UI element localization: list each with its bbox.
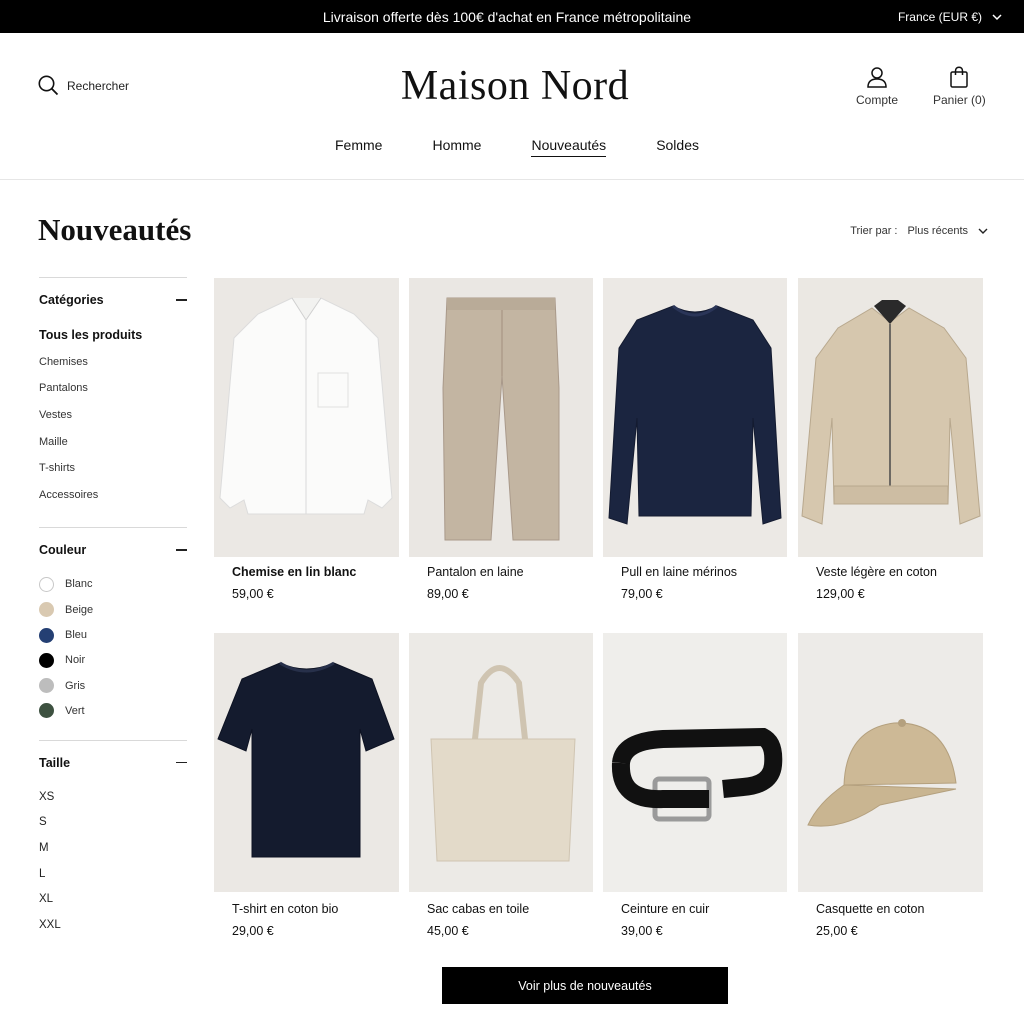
product-price: 129,00 € — [816, 587, 865, 601]
product-image-navy-sweater[interactable] — [603, 278, 787, 557]
product-price: 39,00 € — [621, 924, 663, 938]
product-image-beige-trousers[interactable] — [409, 278, 593, 557]
color-label: Bleu — [65, 629, 88, 642]
product-name[interactable]: Casquette en coton — [816, 902, 924, 916]
user-icon — [867, 67, 887, 88]
product-name[interactable]: Pantalon en laine — [427, 565, 524, 579]
product-image-beige-jacket[interactable] — [798, 278, 983, 557]
shopping-bag-icon — [950, 66, 969, 88]
category-item[interactable]: Pantalons — [39, 375, 187, 402]
filter-categories-title: Catégories — [39, 293, 104, 307]
header-divider — [0, 179, 1024, 180]
product-name[interactable]: Veste légère en coton — [816, 565, 937, 579]
sort-value: Plus récents — [907, 225, 968, 237]
color-option[interactable]: Bleu — [39, 622, 187, 647]
cart-button[interactable]: Panier (0) — [933, 66, 986, 107]
product-price: 89,00 € — [427, 587, 469, 601]
category-item[interactable]: Maille — [39, 429, 187, 456]
filter-categories: Catégories Tous les produits Chemises Pa… — [39, 277, 187, 527]
category-item[interactable]: Tous les produits — [39, 322, 187, 349]
color-label: Noir — [65, 654, 86, 667]
filter-categories-toggle[interactable]: Catégories — [39, 278, 187, 322]
collapse-icon — [176, 299, 187, 301]
category-item[interactable]: Vestes — [39, 402, 187, 429]
size-option[interactable]: S — [39, 810, 187, 836]
announcement-text: Livraison offerte dès 100€ d'achat en Fr… — [322, 9, 692, 25]
cart-label: Panier (0) — [933, 93, 986, 107]
size-option[interactable]: L — [39, 862, 187, 888]
color-swatch — [39, 602, 54, 618]
category-item[interactable]: T-shirts — [39, 455, 187, 482]
color-label: Beige — [65, 603, 94, 616]
product-price: 79,00 € — [621, 587, 663, 601]
account-label: Compte — [856, 93, 899, 107]
nav-item-nouveautes[interactable]: Nouveautés — [531, 137, 607, 157]
category-item[interactable]: Accessoires — [39, 482, 187, 509]
color-swatch — [39, 652, 54, 668]
color-swatch — [39, 703, 54, 719]
color-option[interactable]: Noir — [39, 648, 187, 673]
filter-sidebar: Catégories Tous les produits Chemises Pa… — [39, 277, 187, 939]
load-more-button[interactable]: Voir plus de nouveautés — [442, 967, 728, 1004]
size-option[interactable]: XS — [39, 785, 187, 811]
sort-label: Trier par : — [850, 225, 898, 237]
color-swatch — [39, 576, 54, 592]
product-name[interactable]: Sac cabas en toile — [427, 902, 529, 916]
product-image-canvas-tote[interactable] — [409, 633, 593, 892]
currency-label: France (EUR €) — [897, 10, 982, 24]
category-item[interactable]: Chemises — [39, 349, 187, 376]
size-option[interactable]: XXL — [39, 913, 187, 939]
announcement-bar: Livraison offerte dès 100€ d'achat en Fr… — [0, 0, 1024, 33]
nav-item-femme[interactable]: Femme — [335, 137, 382, 157]
account-button[interactable]: Compte — [856, 66, 898, 107]
product-price: 45,00 € — [427, 924, 469, 938]
filter-sizes: Taille XS S M L XL XXL — [39, 739, 187, 939]
collapse-icon — [176, 761, 187, 764]
product-image-white-shirt[interactable] — [214, 278, 399, 557]
main-nav: Femme Homme Nouveautés Soldes — [0, 137, 1024, 157]
color-label: Blanc — [65, 578, 93, 591]
color-option[interactable]: Vert — [39, 698, 187, 723]
chevron-down-icon — [992, 13, 1002, 20]
chevron-down-icon — [978, 228, 988, 234]
product-image-leather-belt[interactable] — [603, 633, 787, 892]
filter-sizes-title: Taille — [39, 755, 71, 770]
filter-colors: Couleur Blanc Beige Bleu Noir Gris Vert — [39, 526, 187, 740]
color-option[interactable]: Gris — [39, 673, 187, 698]
filter-colors-title: Couleur — [39, 542, 87, 557]
currency-selector[interactable]: France (EUR €) — [898, 10, 1002, 24]
product-price: 25,00 € — [816, 924, 858, 938]
color-label: Vert — [65, 704, 85, 717]
filter-sizes-toggle[interactable]: Taille — [39, 741, 187, 785]
product-image-beige-cap[interactable] — [798, 633, 983, 892]
color-label: Gris — [65, 679, 86, 692]
color-option[interactable]: Blanc — [39, 572, 187, 597]
product-price: 59,00 € — [232, 587, 274, 601]
nav-item-soldes[interactable]: Soldes — [656, 137, 699, 157]
product-price: 29,00 € — [232, 924, 274, 938]
product-image-navy-tshirt[interactable] — [214, 633, 399, 892]
filter-colors-toggle[interactable]: Couleur — [39, 528, 187, 572]
product-name[interactable]: Chemise en lin blanc — [232, 565, 356, 579]
color-swatch — [39, 678, 54, 694]
size-option[interactable]: M — [39, 836, 187, 862]
size-option[interactable]: XL — [39, 887, 187, 913]
color-swatch — [39, 627, 54, 643]
product-name[interactable]: Ceinture en cuir — [621, 902, 709, 916]
product-name[interactable]: T-shirt en coton bio — [232, 902, 338, 916]
collapse-icon — [176, 549, 187, 551]
color-option[interactable]: Beige — [39, 597, 187, 622]
page-title: Nouveautés — [38, 212, 192, 247]
product-name[interactable]: Pull en laine mérinos — [621, 565, 737, 579]
nav-item-homme[interactable]: Homme — [432, 137, 481, 157]
sort-dropdown[interactable]: Trier par : Plus récents — [850, 225, 988, 237]
